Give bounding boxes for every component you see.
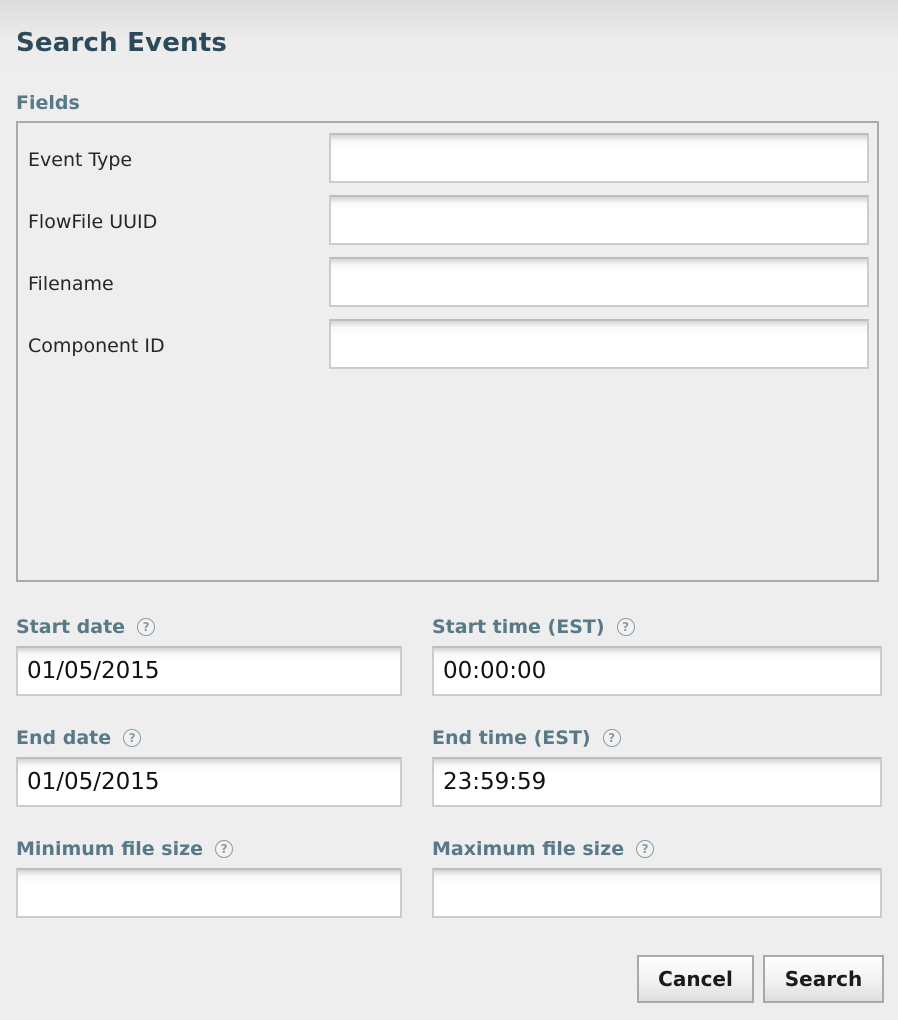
help-icon[interactable]: ? <box>123 729 142 747</box>
component-id-input[interactable] <box>329 319 869 369</box>
start-time-label: Start time (EST) <box>432 616 605 638</box>
min-file-size-label: Minimum file size <box>16 838 204 860</box>
search-button[interactable]: Search <box>763 955 884 1003</box>
flowfile-uuid-label: FlowFile UUID <box>28 211 158 233</box>
start-time-label-group: Start time (EST) ? <box>432 616 635 638</box>
field-row-component-id: Component ID <box>18 309 877 369</box>
cancel-button[interactable]: Cancel <box>637 955 754 1003</box>
filename-input[interactable] <box>329 257 869 307</box>
field-row-filename: Filename <box>18 247 877 307</box>
fields-section-label: Fields <box>16 92 80 114</box>
help-icon[interactable]: ? <box>636 840 655 858</box>
max-file-size-label: Maximum file size <box>432 838 625 860</box>
help-icon[interactable]: ? <box>137 618 156 636</box>
field-row-flowfile-uuid: FlowFile UUID <box>18 185 877 245</box>
end-date-label: End date <box>16 727 112 749</box>
help-icon[interactable]: ? <box>616 618 635 636</box>
start-time-input[interactable] <box>432 646 882 696</box>
help-icon[interactable]: ? <box>215 840 234 858</box>
end-time-label: End time (EST) <box>432 727 591 749</box>
end-date-label-group: End date ? <box>16 727 142 749</box>
field-row-event-type: Event Type <box>18 123 877 183</box>
end-date-input[interactable] <box>16 757 402 807</box>
start-date-input[interactable] <box>16 646 402 696</box>
event-type-input[interactable] <box>329 133 869 183</box>
search-events-dialog: Search Events Fields Event Type FlowFile… <box>0 0 898 1020</box>
help-icon[interactable]: ? <box>602 729 621 747</box>
max-file-size-input[interactable] <box>432 868 882 918</box>
start-date-label-group: Start date ? <box>16 616 156 638</box>
filename-label: Filename <box>28 273 114 295</box>
min-file-size-label-group: Minimum file size ? <box>16 838 234 860</box>
fields-panel: Event Type FlowFile UUID Filename Compon… <box>16 121 879 582</box>
start-date-label: Start date <box>16 616 126 638</box>
fields-label: Fields <box>16 92 80 114</box>
dialog-title: Search Events <box>16 28 228 58</box>
component-id-label: Component ID <box>28 335 165 357</box>
max-file-size-label-group: Maximum file size ? <box>432 838 655 860</box>
end-time-input[interactable] <box>432 757 882 807</box>
flowfile-uuid-input[interactable] <box>329 195 869 245</box>
event-type-label: Event Type <box>28 149 133 171</box>
min-file-size-input[interactable] <box>16 868 402 918</box>
end-time-label-group: End time (EST) ? <box>432 727 621 749</box>
